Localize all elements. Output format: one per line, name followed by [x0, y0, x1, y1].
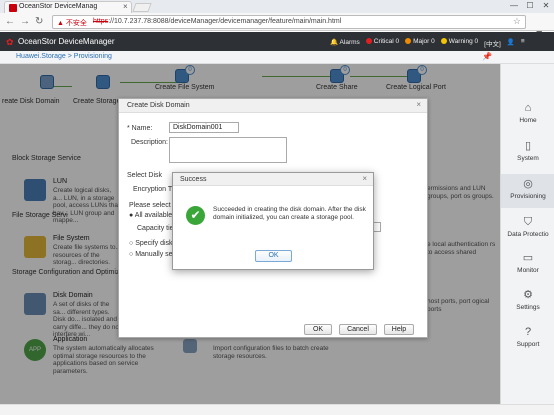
description-label: Description: — [131, 139, 168, 146]
home-icon: ⌂ — [524, 102, 532, 114]
dialog-cancel-button[interactable]: Cancel — [339, 324, 377, 335]
browser-tab[interactable]: OceanStor DeviceManag × — [4, 1, 132, 13]
success-message: Succeeded in creating the disk domain. A… — [213, 206, 366, 221]
minimize-icon[interactable]: — — [506, 0, 522, 13]
new-tab-button[interactable] — [132, 3, 152, 12]
app-header: ✿ OceanStor DeviceManager 🔔 Alarms Criti… — [0, 32, 554, 51]
browser-status-bar — [0, 404, 554, 415]
address-bar: ← → ↻ ▲ 不安全 https://10.7.237.78:8088/dev… — [0, 13, 554, 40]
dialog-help-button[interactable]: Help — [384, 324, 414, 335]
screen: OceanStor DeviceManag × — ☐ ✕ ← → ↻ ▲ 不安… — [0, 0, 554, 415]
major-alarms[interactable]: Major 0 — [405, 38, 435, 48]
browser-tab-bar: OceanStor DeviceManag × — ☐ ✕ — [0, 0, 554, 13]
major-dot-icon — [405, 38, 412, 44]
sidebar-item-provisioning[interactable]: ◎ Provisioning — [501, 174, 554, 208]
sidebar-item-settings[interactable]: ⚙ Settings — [501, 289, 554, 311]
alarm-summary: 🔔 Alarms Critical 0 Major 0 Warning 0 [中… — [330, 38, 525, 48]
bookmark-star-icon[interactable]: ☆ — [513, 16, 521, 27]
description-input[interactable] — [169, 137, 287, 163]
capacity-tier-label: Capacity tier — [137, 225, 176, 232]
provisioning-icon: ◎ — [523, 178, 533, 190]
system-icon: ▯ — [524, 140, 532, 152]
dialog-close-icon[interactable]: × — [416, 100, 421, 109]
user-icon[interactable]: 👤 — [507, 38, 515, 48]
back-icon[interactable]: ← — [5, 16, 15, 27]
manually-select-radio[interactable]: ○ Manually sel — [129, 251, 174, 258]
select-disk-heading: Select Disk — [127, 172, 163, 179]
reload-icon[interactable]: ↻ — [35, 16, 43, 27]
breadcrumb: Huawei.Storage > Provisioning 📌 — [0, 51, 554, 64]
sidebar-item-data-protection[interactable]: ⛉ Data Protectio — [501, 216, 554, 238]
please-select-label: Please select c — [129, 202, 177, 209]
maximize-icon[interactable]: ☐ — [522, 0, 538, 13]
shield-icon: ⛉ — [523, 216, 533, 228]
app-name: OceanStor DeviceManager — [18, 37, 115, 46]
gear-icon: ⚙ — [523, 289, 533, 301]
more-icon[interactable]: ≡ — [521, 38, 525, 48]
right-sidebar: ⌂ Home ▯ System ◎ Provisioning ⛉ Data Protec… — [500, 64, 554, 404]
critical-dot-icon — [365, 38, 372, 44]
success-ok-button[interactable]: OK — [255, 250, 292, 262]
success-close-icon[interactable]: × — [362, 174, 367, 183]
sidebar-item-home[interactable]: ⌂ Home — [501, 102, 554, 124]
sidebar-item-system[interactable]: ▯ System — [501, 140, 554, 162]
critical-alarms[interactable]: Critical 0 — [365, 38, 399, 48]
sidebar-item-support[interactable]: ? Support — [501, 326, 554, 348]
success-dialog: Success × ✔ Succeeded in creating the di… — [172, 172, 374, 270]
all-available-radio[interactable]: ● All available — [129, 212, 172, 219]
success-header: Success × — [173, 173, 373, 186]
help-icon: ? — [524, 326, 532, 338]
name-label: * Name: — [127, 125, 153, 132]
pin-icon[interactable]: 📌 — [482, 52, 492, 61]
sidebar-item-monitor[interactable]: ▭ Monitor — [501, 252, 554, 274]
monitor-icon: ▭ — [522, 252, 534, 264]
language-switch[interactable]: [中文] — [484, 38, 501, 48]
tab-title: OceanStor DeviceManag — [19, 3, 98, 10]
warning-dot-icon — [440, 38, 447, 44]
name-input[interactable]: DiskDomain001 — [169, 122, 239, 133]
huawei-favicon-icon — [9, 4, 17, 12]
dialog-title: Create Disk Domain — [127, 102, 190, 109]
success-title: Success — [180, 176, 207, 183]
dialog-ok-button[interactable]: OK — [304, 324, 332, 335]
forward-icon[interactable]: → — [20, 16, 30, 27]
tab-close-icon[interactable]: × — [123, 2, 128, 11]
alarms-link[interactable]: 🔔 Alarms — [330, 38, 360, 48]
success-check-icon: ✔ — [186, 206, 205, 225]
insecure-label[interactable]: ▲ 不安全 — [57, 18, 87, 28]
window-controls: — ☐ ✕ — [506, 0, 554, 13]
breadcrumb-path[interactable]: Huawei.Storage > Provisioning — [16, 53, 112, 60]
specify-disk-radio[interactable]: ○ Specify disk — [129, 240, 173, 247]
warning-alarms[interactable]: Warning 0 — [440, 38, 478, 48]
huawei-logo-icon: ✿ — [6, 37, 14, 47]
url-text: https://10.7.237.78:8088/deviceManager/d… — [93, 18, 342, 25]
url-input[interactable]: ▲ 不安全 https://10.7.237.78:8088/deviceMan… — [52, 15, 526, 29]
dialog-header: Create Disk Domain × — [119, 99, 427, 113]
window-close-icon[interactable]: ✕ — [538, 0, 554, 13]
